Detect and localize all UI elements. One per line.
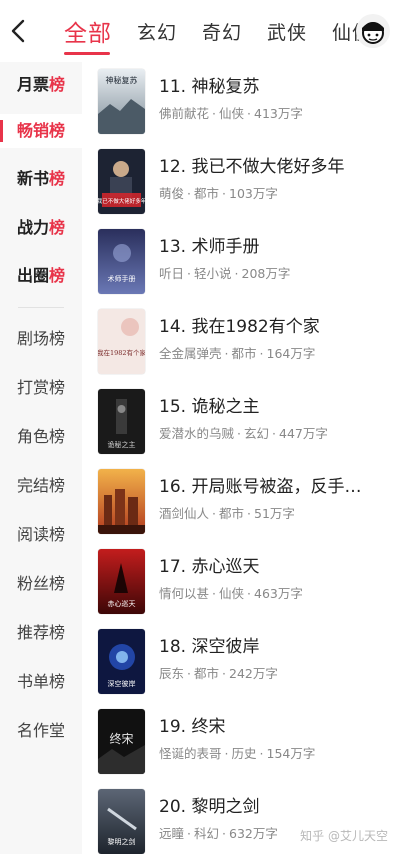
book-row[interactable]: 深空彼岸 18. 深空彼岸 辰东 · 都市 · 242万字 [82,626,400,706]
book-cover [98,469,145,534]
book-title: 13. 术师手册 [159,237,260,257]
book-cover: 终宋 [98,709,145,774]
category-tabs: 全部 玄幻 奇幻 武侠 仙侠 [64,0,397,62]
sidebar-item-xinshu[interactable]: 新书榜 [0,162,82,196]
chevron-left-icon [11,19,25,43]
book-title: 17. 赤心巡天 [159,557,260,577]
book-title: 16. 开局账号被盗，反手… [159,477,362,497]
book-cover: 我已不做大佬好多年 [98,149,145,214]
svg-text:诡秘之主: 诡秘之主 [108,440,136,449]
svg-text:赤心巡天: 赤心巡天 [108,599,136,608]
svg-text:黎明之剑: 黎明之剑 [108,837,136,846]
svg-text:我已不做大佬好多年: 我已不做大佬好多年 [98,197,145,205]
sidebar-item-juese[interactable]: 角色榜 [0,420,82,454]
book-row[interactable]: 16. 开局账号被盗，反手… 酒剑仙人 · 都市 · 51万字 [82,466,400,546]
book-title: 14. 我在1982有个家 [159,317,320,337]
svg-text:神秘复苏: 神秘复苏 [106,75,138,85]
book-cover: 赤心巡天 [98,549,145,614]
book-row[interactable]: 赤心巡天 17. 赤心巡天 情何以甚 · 仙侠 · 463万字 [82,546,400,626]
sidebar-item-changxiao[interactable]: 畅销榜 [0,114,82,148]
ranking-sidebar: 月票榜 畅销榜 新书榜 战力榜 出圈榜 剧场榜 打赏榜 角色榜 完结榜 阅读榜 … [0,62,82,854]
sidebar-item-yuepiao[interactable]: 月票榜 [0,68,82,102]
book-title: 19. 终宋 [159,717,226,737]
book-title: 15. 诡秘之主 [159,397,260,417]
book-title: 12. 我已不做大佬好多年 [159,157,345,177]
book-cover: 神秘复苏 [98,69,145,134]
book-row[interactable]: 诡秘之主 15. 诡秘之主 爱潜水的乌贼 · 玄幻 · 447万字 [82,386,400,466]
sidebar-item-dashang[interactable]: 打赏榜 [0,371,82,405]
svg-text:深空彼岸: 深空彼岸 [108,679,136,688]
book-meta: 萌俊 · 都市 · 103万字 [159,186,278,201]
svg-text:我在1982有个家: 我在1982有个家 [98,348,145,357]
tab-wuxia[interactable]: 武侠 [267,18,307,45]
sidebar-item-yuedu[interactable]: 阅读榜 [0,518,82,552]
sidebar-item-chuquan[interactable]: 出圈榜 [0,259,82,293]
sidebar-item-mingzuotang[interactable]: 名作堂 [0,714,82,748]
book-row[interactable]: 我在1982有个家 14. 我在1982有个家 全金属弹壳 · 都市 · 164万字 [82,306,400,386]
sidebar-item-shudan[interactable]: 书单榜 [0,665,82,699]
book-meta: 情何以甚 · 仙侠 · 463万字 [159,586,303,601]
book-title: 18. 深空彼岸 [159,637,260,657]
book-meta: 全金属弹壳 · 都市 · 164万字 [159,346,316,361]
tab-qihuan[interactable]: 奇幻 [202,18,242,45]
book-meta: 怪诞的表哥 · 历史 · 154万字 [159,746,316,761]
book-cover: 我在1982有个家 [98,309,145,374]
book-meta: 辰东 · 都市 · 242万字 [159,666,278,681]
book-cover: 术师手册 [98,229,145,294]
book-meta: 爱潜水的乌贼 · 玄幻 · 447万字 [159,426,328,441]
sidebar-item-fensi[interactable]: 粉丝榜 [0,567,82,601]
book-list: 神秘复苏 11. 神秘复苏 佛前献花 · 仙侠 · 413万字 我已不做大佬好多年 12… [82,62,400,854]
svg-text:终宋: 终宋 [109,731,133,746]
book-meta: 远瞳 · 科幻 · 632万字 [159,826,278,841]
book-cover: 诡秘之主 [98,389,145,454]
watermark: 知乎 @艾儿天空 [300,829,388,843]
book-cover: 深空彼岸 [98,629,145,694]
tab-xuanhuan[interactable]: 玄幻 [137,18,177,45]
sidebar-divider [18,307,64,308]
sidebar-item-juchang[interactable]: 剧场榜 [0,322,82,356]
book-title: 11. 神秘复苏 [159,77,260,97]
sidebar-item-wanjie[interactable]: 完结榜 [0,469,82,503]
book-meta: 酒剑仙人 · 都市 · 51万字 [159,506,295,521]
book-row[interactable]: 术师手册 13. 术师手册 听日 · 轻小说 · 208万字 [82,226,400,306]
book-meta: 佛前献花 · 仙侠 · 413万字 [159,106,303,121]
book-row[interactable]: 神秘复苏 11. 神秘复苏 佛前献花 · 仙侠 · 413万字 [82,66,400,146]
book-title: 20. 黎明之剑 [159,797,260,817]
back-button[interactable] [8,18,30,44]
book-row[interactable]: 我已不做大佬好多年 12. 我已不做大佬好多年 萌俊 · 都市 · 103万字 [82,146,400,226]
svg-text:术师手册: 术师手册 [108,274,136,283]
sidebar-item-zhanli[interactable]: 战力榜 [0,211,82,245]
tab-all[interactable]: 全部 [64,14,112,55]
avatar-button[interactable] [356,14,390,48]
top-bar: 全部 玄幻 奇幻 武侠 仙侠 [0,0,400,62]
user-avatar-icon [362,22,384,44]
sidebar-item-tuijian[interactable]: 推荐榜 [0,616,82,650]
book-row[interactable]: 终宋 19. 终宋 怪诞的表哥 · 历史 · 154万字 [82,706,400,786]
book-meta: 听日 · 轻小说 · 208万字 [159,266,291,281]
book-cover: 黎明之剑 [98,789,145,854]
